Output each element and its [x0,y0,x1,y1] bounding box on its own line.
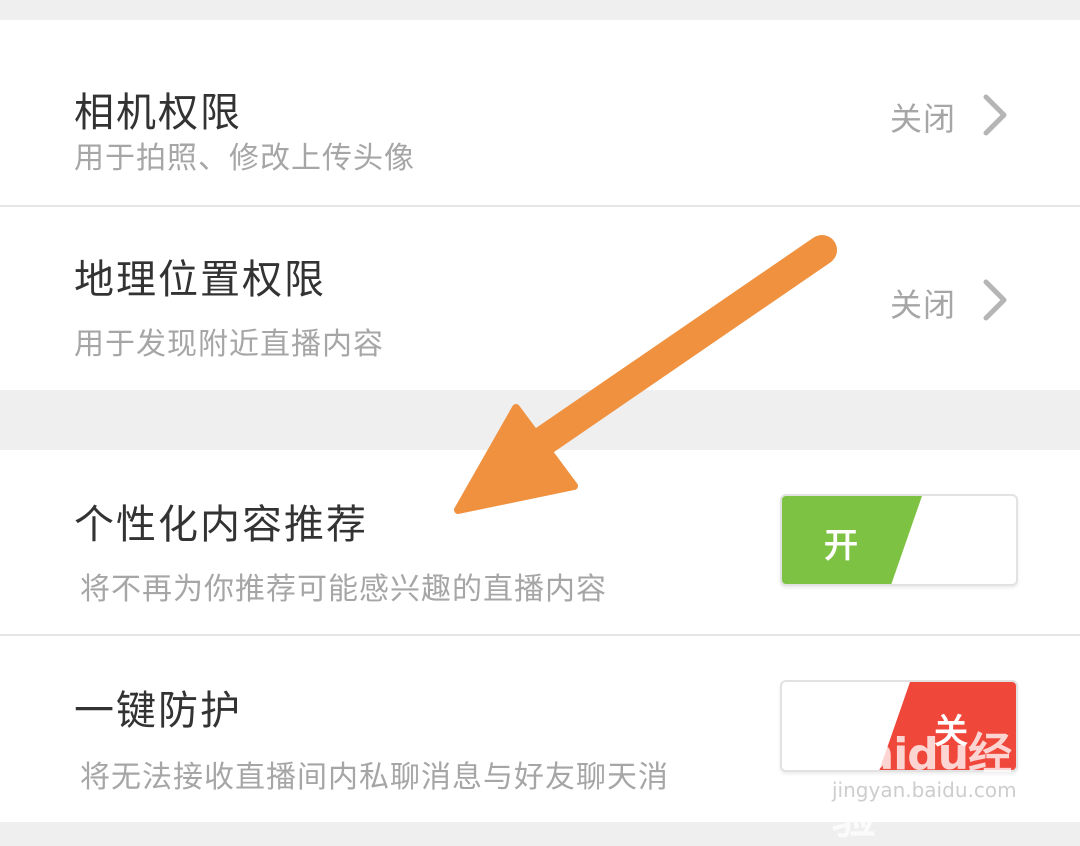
camera-permission-title: 相机权限 [74,90,242,136]
baidu-watermark: Baidu经验 jingyan.baidu.com [826,716,1036,844]
camera-permission-status: 关闭 [889,100,956,138]
location-permission-subtitle: 用于发现附近直播内容 [74,327,384,362]
personalized-recommendation-subtitle: 将不再为你推荐可能感兴趣的直播内容 [80,572,607,607]
section-gap [0,390,1080,450]
personalized-recommendation-row: 个性化内容推荐 将不再为你推荐可能感兴趣的直播内容 开 [0,450,1080,634]
toggle-on-label: 开 [824,526,858,566]
one-key-protection-title: 一键防护 [74,688,242,734]
top-gap [0,0,1080,20]
location-permission-row[interactable]: 地理位置权限 用于发现附近直播内容 关闭 [0,207,1080,390]
toggle-on-fill [782,496,922,584]
one-key-protection-subtitle: 将无法接收直播间内私聊消息与好友聊天消 [80,760,669,795]
settings-screen: 相机权限 用于拍照、修改上传头像 关闭 地理位置权限 用于发现附近直播内容 关闭… [0,0,1080,844]
watermark-url: jingyan.baidu.com [832,778,1017,802]
location-permission-status: 关闭 [889,286,956,324]
personalized-recommendation-title: 个性化内容推荐 [74,502,368,548]
location-permission-title: 地理位置权限 [74,257,326,303]
personalized-recommendation-toggle[interactable]: 开 [780,494,1018,586]
chevron-right-icon [983,94,1007,136]
chevron-right-icon [983,279,1007,321]
camera-permission-subtitle: 用于拍照、修改上传头像 [74,141,415,176]
camera-permission-row[interactable]: 相机权限 用于拍照、修改上传头像 关闭 [0,20,1080,205]
